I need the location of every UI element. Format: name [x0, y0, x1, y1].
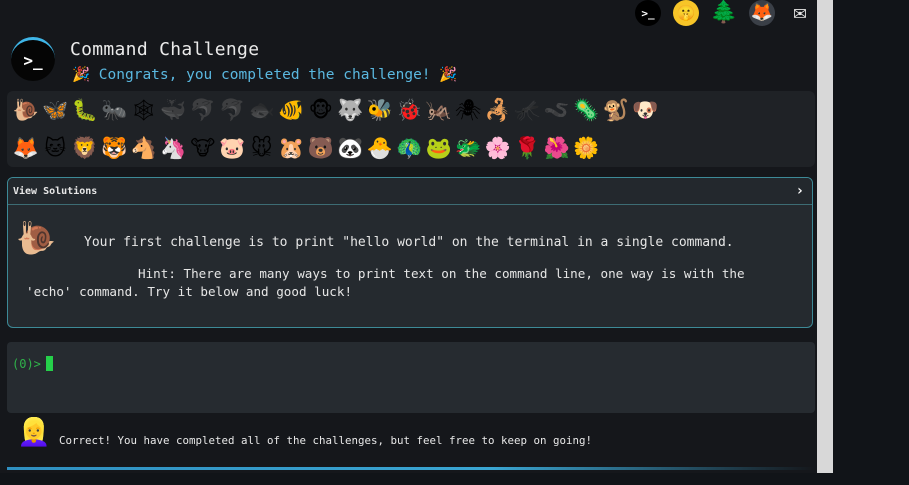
challenge-animal-icon[interactable]: 🦁	[70, 131, 100, 165]
party-popper-icon: 🎉	[72, 67, 91, 83]
terminal-cursor[interactable]	[46, 356, 53, 371]
congrats-text: Congrats, you completed the challenge!	[98, 67, 431, 83]
terminal-icon[interactable]: >_	[635, 0, 661, 26]
challenge-progress-strip: 🐌 🦋 🐛 🐜 🕸 🐳 🐬 🐬 🐟 🐠 🐵 🐺 🐝 🐞 🦗 🕷 🦂 🦟 🪱 🦠 🐒 🐶 🦊 🐱 🦁 🐯 🐴 🦄 🐮 🐷 🐭 🐹 🐻 🐼 🐣 🦚 🐸 🐲 🌸…	[7, 91, 815, 167]
challenge-animal-icon[interactable]: 🐟	[247, 93, 277, 127]
solutions-panel: View Solutions › 🐌 Your first challenge …	[7, 177, 813, 328]
challenge-animal-icon[interactable]: 🐵	[306, 93, 336, 127]
challenge-animal-icon[interactable]: 🐜	[100, 93, 130, 127]
challenge-animal-icon[interactable]: 🐭	[247, 131, 277, 165]
challenge-animal-icon[interactable]: 🐝	[365, 93, 395, 127]
challenge-animal-icon[interactable]: 🐸	[424, 131, 454, 165]
shushing-face-icon[interactable]: 🤫	[673, 0, 699, 26]
animal-row-2: 🦊 🐱 🦁 🐯 🐴 🦄 🐮 🐷 🐭 🐹 🐻 🐼 🐣 🦚 🐸 🐲 🌸 🌹 🌺 🌼	[11, 131, 601, 165]
scrollbar[interactable]	[817, 0, 833, 473]
status-bar: 👱‍♀️ Correct! You have completed all of …	[7, 416, 815, 470]
challenge-animal-icon[interactable]: 🐌	[11, 93, 41, 127]
challenge-animal-icon[interactable]: 🐶	[631, 93, 661, 127]
challenge-animal-icon[interactable]: 🦗	[424, 93, 454, 127]
challenge-animal-icon[interactable]: 🐬	[218, 93, 248, 127]
challenge-animal-icon[interactable]: 🦠	[572, 93, 602, 127]
top-icon-bar: >_ 🤫 🌲 🦊 ✉	[635, 0, 813, 26]
challenge-animal-icon[interactable]: 🐣	[365, 131, 395, 165]
challenge-animal-icon[interactable]: 🐹	[277, 131, 307, 165]
terminal-prompt: (0)>	[12, 357, 41, 371]
challenge-animal-icon[interactable]: 🌼	[572, 131, 602, 165]
challenge-animal-icon[interactable]: 🐲	[454, 131, 484, 165]
tree-icon[interactable]: 🌲	[710, 0, 737, 26]
challenge-animal-icon[interactable]: 🐞	[395, 93, 425, 127]
party-popper-icon: 🎉	[439, 67, 458, 83]
gitlab-icon[interactable]: 🦊	[749, 0, 775, 26]
challenge-animal-icon[interactable]: 🦚	[395, 131, 425, 165]
snail-icon: 🐌	[16, 219, 56, 257]
challenge-hint: Hint: There are many ways to print text …	[26, 266, 745, 299]
terminal-input-area[interactable]: (0)>	[7, 342, 815, 413]
app-window: >_ 🤫 🌲 🦊 ✉ >_ Command Challenge 🎉 Congra…	[0, 0, 817, 473]
challenge-animal-icon[interactable]: 🪱	[542, 93, 572, 127]
congrats-message: 🎉 Congrats, you completed the challenge!…	[72, 66, 457, 83]
view-solutions-label: View Solutions	[13, 185, 98, 197]
app-logo[interactable]: >_	[11, 37, 55, 81]
challenge-animal-icon[interactable]: 🌺	[542, 131, 572, 165]
challenge-animal-icon[interactable]: 🐻	[306, 131, 336, 165]
view-solutions-toggle[interactable]: View Solutions ›	[8, 178, 812, 205]
challenge-animal-icon[interactable]: 🕸	[129, 93, 159, 127]
challenge-animal-icon[interactable]: 🕷	[454, 93, 484, 127]
chevron-right-icon[interactable]: ›	[796, 183, 804, 199]
animal-row-1: 🐌 🦋 🐛 🐜 🕸 🐳 🐬 🐬 🐟 🐠 🐵 🐺 🐝 🐞 🦗 🕷 🦂 🦟 🪱 🦠 🐒 🐶	[11, 93, 660, 127]
challenge-animal-icon[interactable]: 🐴	[129, 131, 159, 165]
avatar-icon: 👱‍♀️	[17, 417, 51, 448]
challenge-animal-icon[interactable]: 🦂	[483, 93, 513, 127]
challenge-animal-icon[interactable]: 🐒	[601, 93, 631, 127]
challenge-animal-icon[interactable]: 🌸	[483, 131, 513, 165]
page-title: Command Challenge	[70, 39, 260, 60]
challenge-animal-icon[interactable]: 🦄	[159, 131, 189, 165]
challenge-animal-icon[interactable]: 🐷	[218, 131, 248, 165]
challenge-description: Your first challenge is to print "hello …	[84, 235, 734, 250]
challenge-animal-icon[interactable]: 🦋	[41, 93, 71, 127]
challenge-animal-icon[interactable]: 🐱	[41, 131, 71, 165]
challenge-animal-icon[interactable]: 🌹	[513, 131, 543, 165]
challenge-animal-icon[interactable]: 🐺	[336, 93, 366, 127]
mail-icon[interactable]: ✉	[787, 0, 813, 26]
challenge-animal-icon[interactable]: 🐠	[277, 93, 307, 127]
status-message: Correct! You have completed all of the c…	[59, 434, 593, 447]
challenge-animal-icon[interactable]: 🐮	[188, 131, 218, 165]
challenge-animal-icon[interactable]: 🦊	[11, 131, 41, 165]
challenge-animal-icon[interactable]: 🐳	[159, 93, 189, 127]
challenge-animal-icon[interactable]: 🐛	[70, 93, 100, 127]
challenge-animal-icon[interactable]: 🐼	[336, 131, 366, 165]
progress-bar	[7, 467, 815, 470]
challenge-animal-icon[interactable]: 🦟	[513, 93, 543, 127]
challenge-animal-icon[interactable]: 🐬	[188, 93, 218, 127]
challenge-animal-icon[interactable]: 🐯	[100, 131, 130, 165]
